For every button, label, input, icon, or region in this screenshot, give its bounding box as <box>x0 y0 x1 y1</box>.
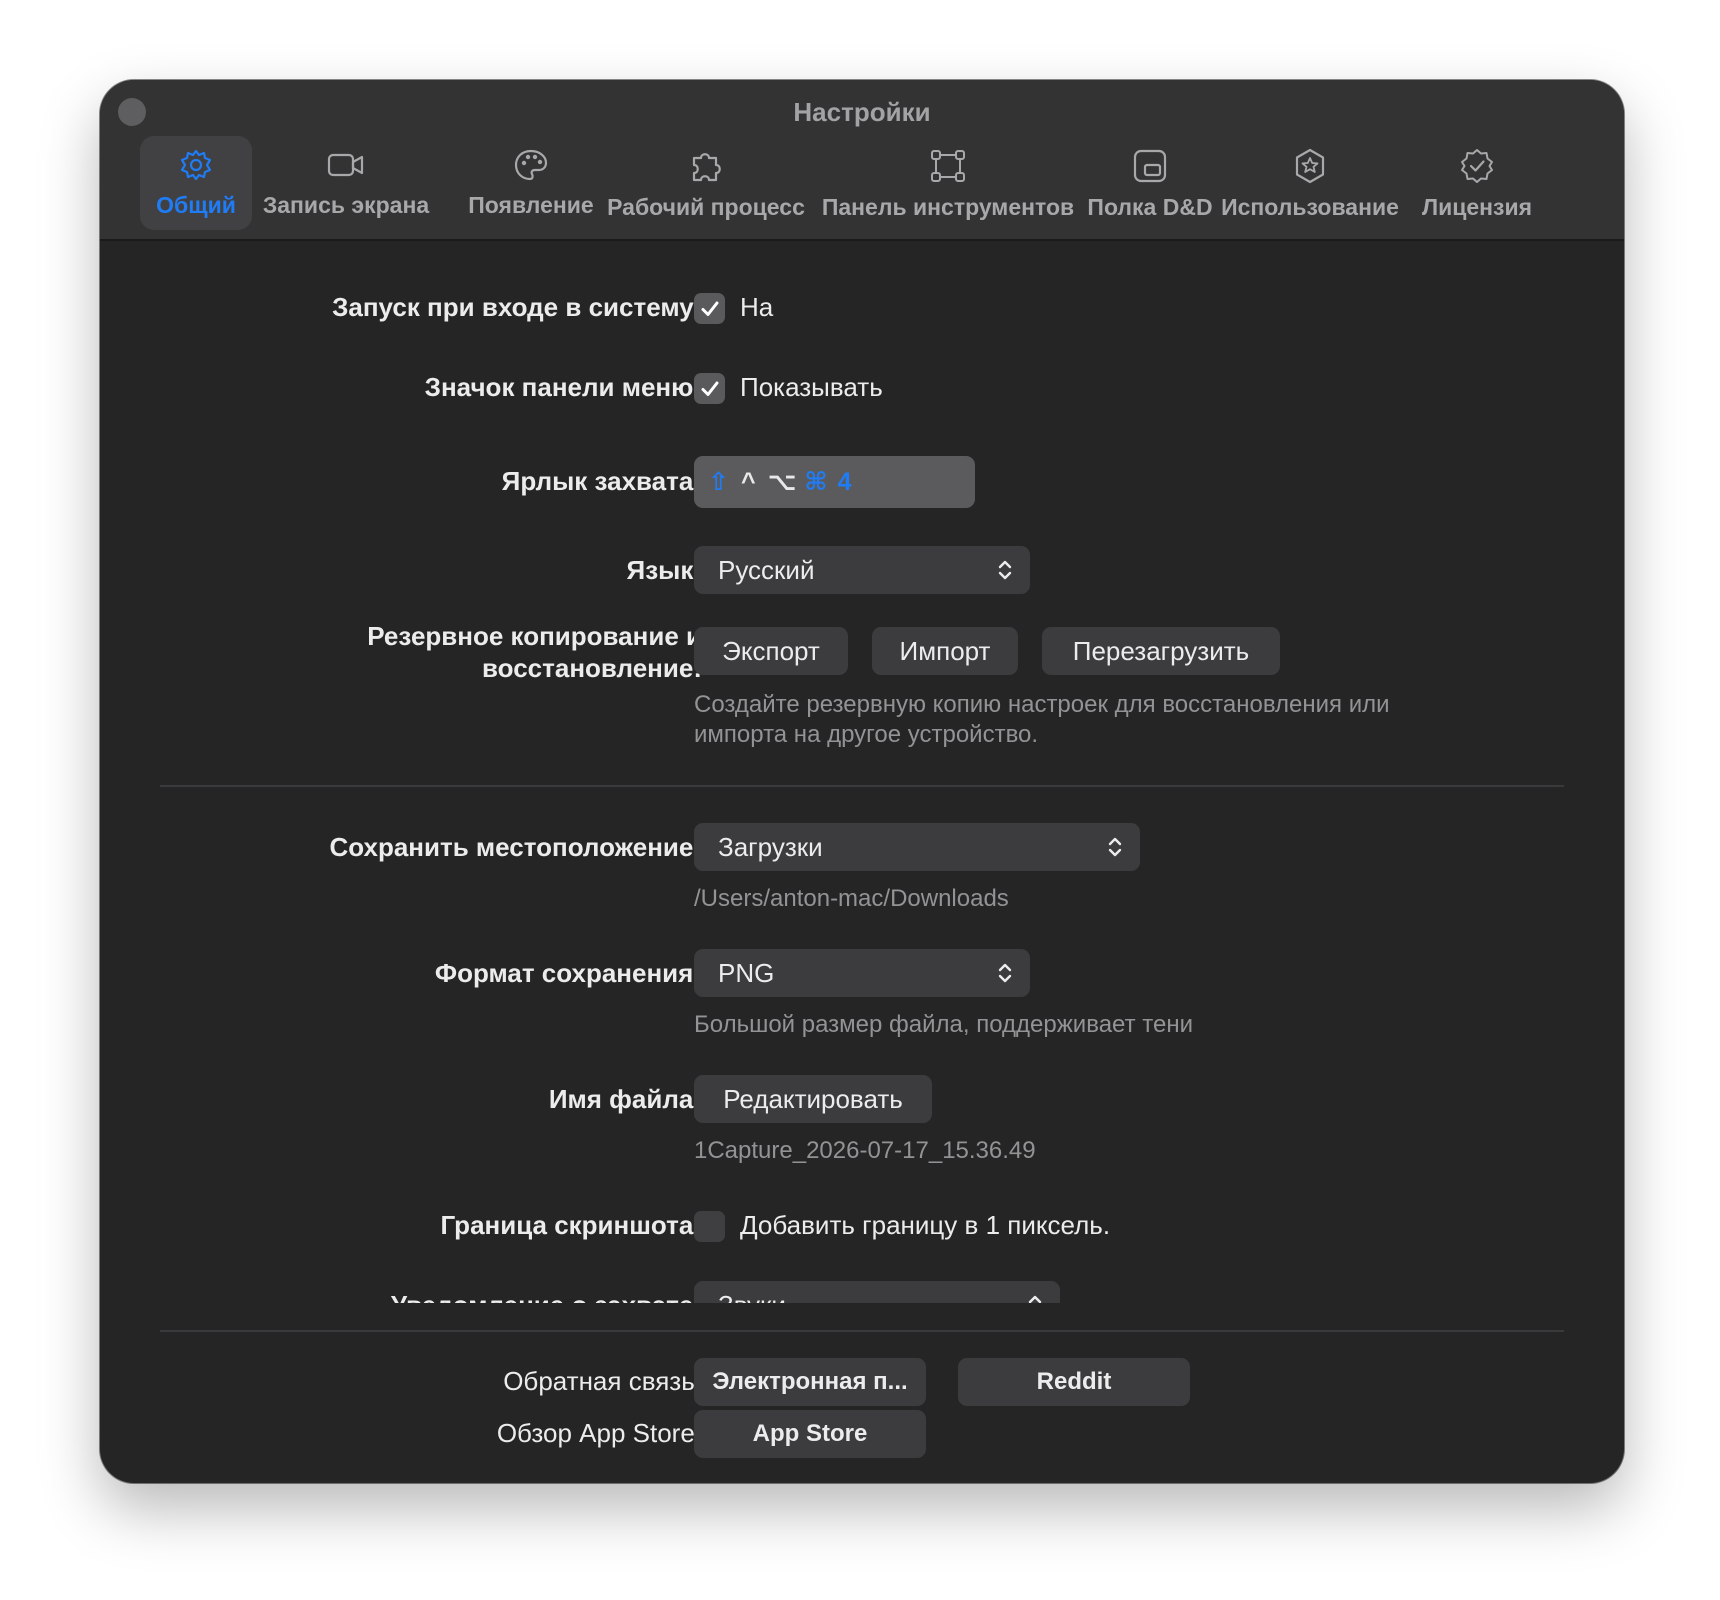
file-name-example: 1Capture_2026-07-17_15.36.49 <box>694 1137 1036 1164</box>
backup-hint: Создайте резервную копию настроек для во… <box>694 690 1390 750</box>
save-format-value: PNG <box>718 957 775 988</box>
shift-key: ⇧ <box>708 468 731 496</box>
crop-frame-icon <box>931 150 965 182</box>
language-select[interactable]: Русский <box>694 546 1030 594</box>
backup-hint-line2: импорта на другое устройство. <box>694 721 1039 748</box>
star-badge-icon <box>1295 148 1325 184</box>
reddit-button[interactable]: Reddit <box>958 1358 1190 1406</box>
save-format-label: Формат сохранения: <box>434 958 702 988</box>
tab-label: Рабочий процесс <box>607 194 805 220</box>
screenshot-border-label: Граница скриншота: <box>440 1210 702 1240</box>
screenshot-border-text: Добавить границу в 1 пиксель. <box>740 1210 1111 1240</box>
save-format-select[interactable]: PNG <box>694 949 1030 997</box>
option-key: ⌥ <box>767 468 799 496</box>
feedback-label: Обратная связь: <box>503 1366 702 1396</box>
save-location-select[interactable]: Загрузки <box>694 823 1140 871</box>
save-location-path: /Users/anton-mac/Downloads <box>694 885 1009 912</box>
app-store-button[interactable]: App Store <box>694 1410 926 1458</box>
menu-bar-icon-label: Значок панели меню: <box>424 372 702 402</box>
updown-chevron-icon <box>1028 1295 1042 1303</box>
digit-key: 4 <box>837 467 854 496</box>
tab-license[interactable]: Лицензия <box>1402 136 1552 230</box>
scroll-clip: Уведомление о захвате: Звуки <box>100 1263 1624 1303</box>
save-format-hint: Большой размер файла, поддерживает тени <box>694 1011 1193 1038</box>
launch-at-login-checkbox[interactable] <box>694 293 725 324</box>
tab-appearance[interactable]: Появление <box>458 136 604 230</box>
tab-label: Появление <box>468 192 594 218</box>
screenshot-border-checkbox[interactable] <box>694 1211 725 1242</box>
tab-screen-recording[interactable]: Запись экрана <box>260 136 432 230</box>
command-key: ⌘ <box>804 468 830 496</box>
tab-label: Лицензия <box>1421 194 1533 220</box>
titlebar: Настройки Общий Запись экрана Появление … <box>100 80 1624 241</box>
reset-button[interactable]: Перезагрузить <box>1042 627 1280 675</box>
menu-bar-icon-text: Показывать <box>740 372 883 402</box>
language-label: Язык: <box>626 555 703 585</box>
video-camera-icon <box>327 153 364 177</box>
tab-dnd-shelf[interactable]: Полка D&D <box>1082 136 1218 230</box>
capture-notification-value: Звуки <box>718 1290 786 1304</box>
backup-label-line1: Резервное копирование и <box>367 621 702 651</box>
checkmark-icon <box>701 301 718 316</box>
updown-chevron-icon <box>998 963 1012 983</box>
window-title: Настройки <box>793 97 931 127</box>
app-store-review-label: Обзор App Store: <box>496 1418 702 1448</box>
checkmark-icon <box>701 381 718 396</box>
palette-icon <box>514 149 548 181</box>
tab-label: Общий <box>156 192 236 218</box>
tab-label: Использование <box>1221 194 1399 220</box>
tab-workflow[interactable]: Рабочий процесс <box>607 136 805 230</box>
capture-notification-label: Уведомление о захвате: <box>391 1290 702 1303</box>
updown-chevron-icon <box>1108 837 1122 857</box>
tab-usage[interactable]: Использование <box>1221 136 1399 230</box>
email-feedback-button[interactable]: Электронная п... <box>694 1358 926 1406</box>
backup-hint-line1: Создайте резервную копию настроек для во… <box>694 691 1390 718</box>
capture-shortcut-field[interactable]: ⇧ ^ ⌥ ⌘ 4 <box>694 456 975 508</box>
edit-file-name-button[interactable]: Редактировать <box>694 1075 932 1123</box>
capture-shortcut-label: Ярлык захвата: <box>501 466 702 496</box>
tab-label: Запись экрана <box>262 192 430 218</box>
backup-label-line2: восстановление: <box>482 653 702 683</box>
tab-label: Полка D&D <box>1087 194 1213 220</box>
launch-at-login-text: На <box>740 292 774 322</box>
tab-toolbar[interactable]: Панель инструментов <box>822 136 1074 230</box>
save-location-value: Загрузки <box>718 831 823 862</box>
settings-window: Настройки Общий Запись экрана Появление … <box>100 80 1624 1483</box>
language-value: Русский <box>718 554 815 585</box>
control-key: ^ <box>740 467 758 496</box>
menu-bar-icon-checkbox[interactable] <box>694 373 725 404</box>
tab-general[interactable]: Общий <box>140 136 252 230</box>
import-button[interactable]: Импорт <box>872 627 1018 675</box>
shelf-icon <box>1133 149 1167 183</box>
updown-chevron-icon <box>998 560 1012 580</box>
tab-label: Панель инструментов <box>821 194 1075 220</box>
section-divider <box>160 785 1564 787</box>
capture-notification-select[interactable]: Звуки <box>694 1281 1060 1303</box>
check-badge-icon <box>1461 149 1493 183</box>
footer-divider <box>160 1330 1564 1332</box>
launch-at-login-label: Запуск при входе в систему: <box>332 292 702 322</box>
export-button[interactable]: Экспорт <box>694 627 848 675</box>
puzzle-icon <box>692 153 721 182</box>
save-location-label: Сохранить местоположение: <box>329 832 702 862</box>
backup-label: Резервное копирование и восстановление: <box>367 620 702 684</box>
file-name-label: Имя файла: <box>548 1084 702 1114</box>
gear-icon <box>180 149 212 181</box>
